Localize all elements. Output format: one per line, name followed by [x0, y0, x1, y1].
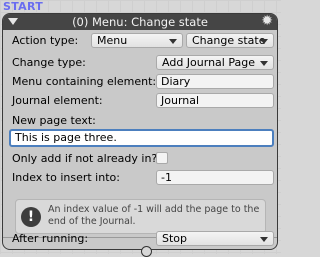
- new-page-text-field[interactable]: This is page three.: [9, 129, 274, 147]
- action-category-value: Menu: [97, 34, 128, 47]
- journal-element-row: Journal element: Journal: [12, 92, 274, 109]
- menu-element-value: Diary: [161, 75, 191, 88]
- action-name-dropdown[interactable]: Change state: [186, 33, 274, 48]
- journal-element-field[interactable]: Journal: [156, 93, 274, 108]
- journal-element-label: Journal element:: [12, 94, 103, 107]
- index-insert-value: -1: [161, 171, 172, 184]
- new-page-text-row: New page text:: [12, 112, 271, 129]
- index-insert-field[interactable]: -1: [156, 170, 274, 185]
- new-page-text-input-row: This is page three.: [9, 128, 274, 147]
- action-node[interactable]: (0) Menu: Change state ✹ Action type: Me…: [2, 13, 278, 250]
- action-name-value: Change state: [192, 34, 266, 47]
- menu-element-field[interactable]: Diary: [156, 74, 274, 89]
- only-add-checkbox[interactable]: [156, 152, 168, 164]
- after-running-dropdown[interactable]: Stop: [156, 231, 274, 246]
- index-insert-row: Index to insert into: -1: [12, 169, 274, 186]
- index-insert-label: Index to insert into:: [12, 171, 120, 184]
- change-type-row: Change type: Add Journal Page: [12, 54, 274, 71]
- change-type-dropdown[interactable]: Add Journal Page: [156, 55, 274, 70]
- start-label: START: [3, 0, 44, 13]
- only-add-label: Only add if not already in?: [12, 152, 158, 165]
- action-type-label: Action type:: [12, 34, 79, 47]
- node-title: (0) Menu: Change state: [72, 15, 208, 29]
- journal-element-value: Journal: [161, 94, 200, 107]
- action-type-row: Action type: Menu Change state: [12, 32, 274, 49]
- change-type-label: Change type:: [12, 56, 86, 69]
- help-text: An index value of -1 will add the page t…: [48, 204, 260, 227]
- after-running-row: After running: Stop: [12, 230, 274, 247]
- only-add-row: Only add if not already in?: [12, 150, 271, 167]
- chevron-down-icon: [260, 61, 268, 66]
- help-box: ! An index value of -1 will add the page…: [15, 199, 266, 234]
- exclamation-icon: !: [21, 207, 41, 227]
- after-running-label: After running:: [12, 232, 89, 245]
- output-connector-icon[interactable]: [141, 246, 152, 257]
- new-page-text-value: This is page three.: [15, 131, 117, 144]
- chevron-down-icon: [260, 237, 268, 242]
- action-category-dropdown[interactable]: Menu: [91, 33, 183, 48]
- after-running-value: Stop: [162, 232, 188, 245]
- new-page-text-label: New page text:: [12, 114, 96, 127]
- menu-element-row: Menu containing element: Diary: [12, 73, 274, 90]
- change-type-value: Add Journal Page: [162, 56, 255, 69]
- menu-element-label: Menu containing element:: [12, 75, 157, 88]
- chevron-down-icon: [260, 39, 268, 44]
- gear-icon[interactable]: ✹: [261, 14, 273, 29]
- node-header[interactable]: (0) Menu: Change state ✹: [3, 14, 277, 30]
- chevron-down-icon: [169, 39, 177, 44]
